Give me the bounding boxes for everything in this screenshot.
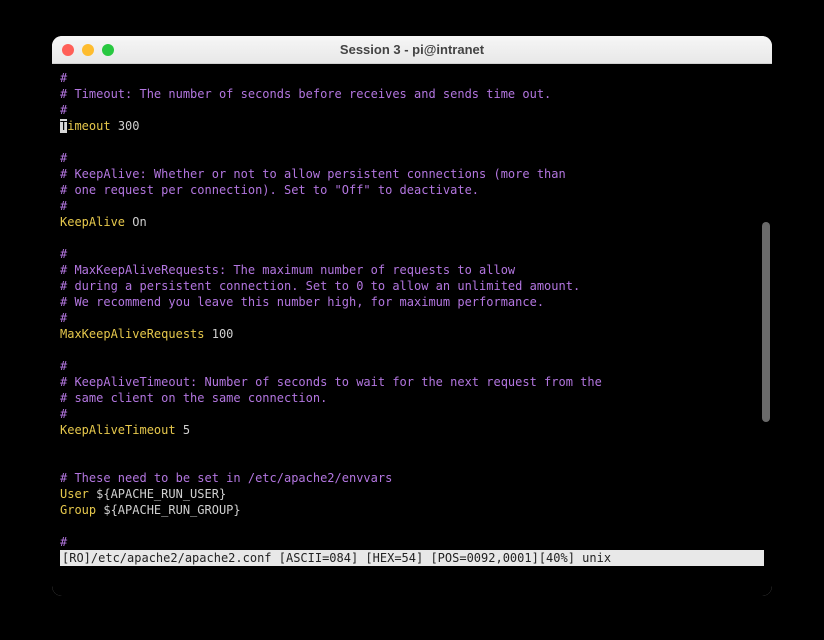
code-line[interactable] bbox=[60, 134, 764, 150]
comment-text: # bbox=[60, 247, 67, 261]
directive-keyword: User bbox=[60, 487, 89, 501]
titlebar[interactable]: Session 3 - pi@intranet bbox=[52, 36, 772, 64]
comment-text: # KeepAliveTimeout: Number of seconds to… bbox=[60, 375, 602, 389]
directive-keyword: MaxKeepAliveRequests bbox=[60, 327, 205, 341]
comment-text: # We recommend you leave this number hig… bbox=[60, 295, 544, 309]
comment-text: # MaxKeepAliveRequests: The maximum numb… bbox=[60, 263, 515, 277]
status-bar: [RO]/etc/apache2/apache2.conf [ASCII=084… bbox=[60, 550, 764, 566]
code-line[interactable]: # bbox=[60, 406, 764, 422]
code-line[interactable]: MaxKeepAliveRequests 100 bbox=[60, 326, 764, 342]
code-line[interactable]: # Timeout: The number of seconds before … bbox=[60, 86, 764, 102]
window-controls bbox=[62, 44, 114, 56]
code-line[interactable]: Timeout 300 bbox=[60, 118, 764, 134]
code-line[interactable]: # KeepAlive: Whether or not to allow per… bbox=[60, 166, 764, 182]
directive-value: 5 bbox=[176, 423, 190, 437]
minimize-icon[interactable] bbox=[82, 44, 94, 56]
directive-variable: ${APACHE_RUN_GROUP} bbox=[96, 503, 241, 517]
maximize-icon[interactable] bbox=[102, 44, 114, 56]
comment-text: # bbox=[60, 103, 67, 117]
directive-variable: ${APACHE_RUN_USER} bbox=[89, 487, 226, 501]
code-line[interactable]: # bbox=[60, 534, 764, 550]
comment-text: # bbox=[60, 407, 67, 421]
comment-text: # KeepAlive: Whether or not to allow per… bbox=[60, 167, 566, 181]
close-icon[interactable] bbox=[62, 44, 74, 56]
scroll-thumb[interactable] bbox=[762, 222, 770, 422]
code-line[interactable] bbox=[60, 518, 764, 534]
directive-value: 100 bbox=[205, 327, 234, 341]
directive-keyword: imeout bbox=[67, 119, 110, 133]
code-line[interactable]: # KeepAliveTimeout: Number of seconds to… bbox=[60, 374, 764, 390]
scrollbar[interactable] bbox=[760, 102, 770, 554]
code-line[interactable]: # bbox=[60, 102, 764, 118]
comment-text: # same client on the same connection. bbox=[60, 391, 327, 405]
code-line[interactable]: KeepAliveTimeout 5 bbox=[60, 422, 764, 438]
code-line[interactable] bbox=[60, 438, 764, 454]
code-line[interactable]: # one request per connection). Set to "O… bbox=[60, 182, 764, 198]
comment-text: # bbox=[60, 151, 67, 165]
directive-value: 300 bbox=[111, 119, 140, 133]
code-line[interactable]: # MaxKeepAliveRequests: The maximum numb… bbox=[60, 262, 764, 278]
code-line[interactable]: Group ${APACHE_RUN_GROUP} bbox=[60, 502, 764, 518]
code-line[interactable]: # during a persistent connection. Set to… bbox=[60, 278, 764, 294]
directive-keyword: KeepAliveTimeout bbox=[60, 423, 176, 437]
directive-keyword: KeepAlive bbox=[60, 215, 125, 229]
code-line[interactable] bbox=[60, 342, 764, 358]
code-line[interactable]: # bbox=[60, 70, 764, 86]
code-line[interactable]: # bbox=[60, 246, 764, 262]
comment-text: # during a persistent connection. Set to… bbox=[60, 279, 580, 293]
directive-value: On bbox=[125, 215, 147, 229]
code-line[interactable]: # bbox=[60, 310, 764, 326]
terminal-body[interactable]: # # Timeout: The number of seconds before… bbox=[52, 64, 772, 596]
code-line[interactable]: # same client on the same connection. bbox=[60, 390, 764, 406]
terminal-window: Session 3 - pi@intranet # # Timeout: The … bbox=[52, 36, 772, 596]
code-line[interactable]: # bbox=[60, 198, 764, 214]
comment-text: # bbox=[60, 199, 67, 213]
code-line[interactable] bbox=[60, 454, 764, 470]
code-line[interactable] bbox=[60, 230, 764, 246]
directive-keyword: Group bbox=[60, 503, 96, 517]
comment-text: # bbox=[60, 535, 67, 549]
code-line[interactable]: # These need to be set in /etc/apache2/e… bbox=[60, 470, 764, 486]
comment-text: # Timeout: The number of seconds before … bbox=[60, 87, 551, 101]
editor-content[interactable]: # # Timeout: The number of seconds before… bbox=[60, 70, 764, 550]
code-line[interactable]: KeepAlive On bbox=[60, 214, 764, 230]
comment-text: # one request per connection). Set to "O… bbox=[60, 183, 479, 197]
comment-text: # bbox=[60, 311, 67, 325]
code-line[interactable]: # We recommend you leave this number hig… bbox=[60, 294, 764, 310]
code-line[interactable]: # bbox=[60, 358, 764, 374]
window-title: Session 3 - pi@intranet bbox=[62, 42, 762, 57]
code-line[interactable]: # bbox=[60, 150, 764, 166]
comment-text: # bbox=[60, 71, 67, 85]
comment-text: # bbox=[60, 359, 67, 373]
code-line[interactable]: User ${APACHE_RUN_USER} bbox=[60, 486, 764, 502]
comment-text: # These need to be set in /etc/apache2/e… bbox=[60, 471, 392, 485]
